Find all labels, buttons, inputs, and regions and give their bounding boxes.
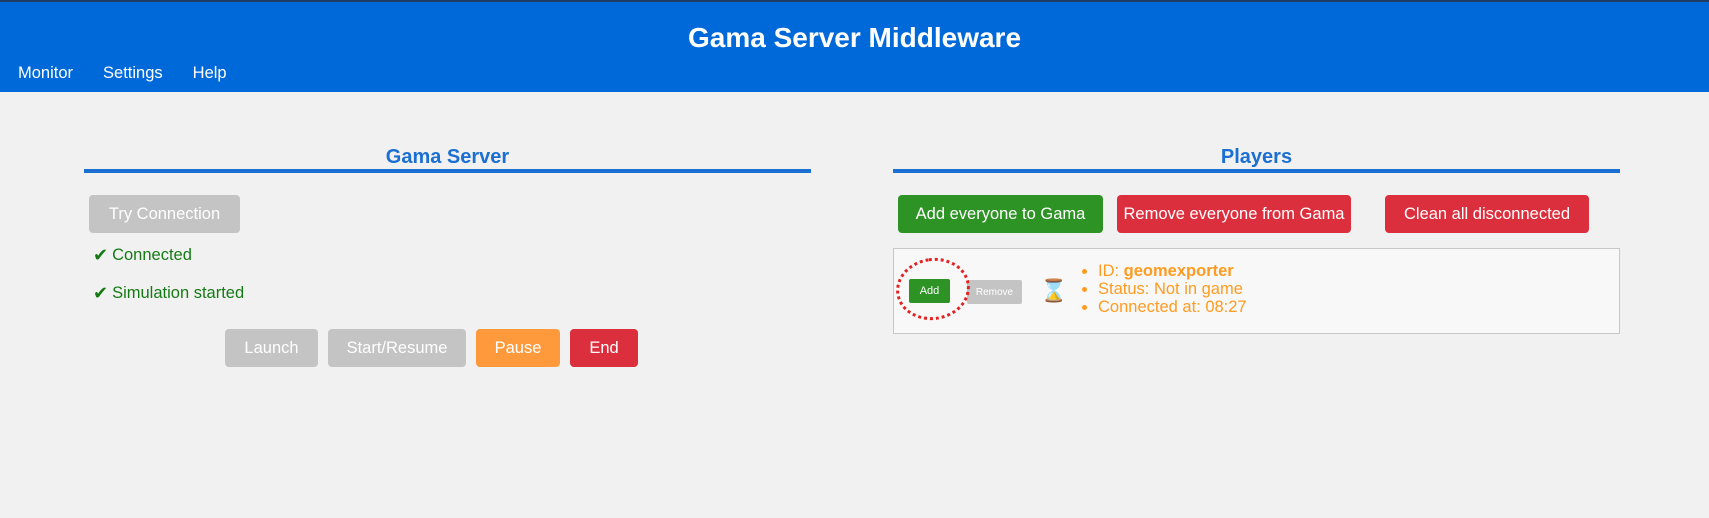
clean-disconnected-button[interactable]: Clean all disconnected (1385, 195, 1589, 233)
player-add-button[interactable]: Add (909, 279, 950, 303)
nav-item-monitor[interactable]: Monitor (18, 64, 73, 83)
player-remove-button[interactable]: Remove (967, 280, 1022, 304)
app-header: Gama Server Middleware Monitor Settings … (0, 0, 1709, 92)
player-id-item: ID: geomexporter (1098, 262, 1247, 280)
try-connection-button[interactable]: Try Connection (89, 195, 240, 233)
check-icon: ✔ (93, 245, 109, 265)
hourglass-icon: ⌛ (1040, 278, 1068, 303)
nav-menu: Monitor Settings Help (18, 64, 227, 83)
player-connected-item: Connected at: 08:27 (1098, 298, 1247, 316)
player-id-label: ID: (1098, 262, 1124, 280)
nav-item-help[interactable]: Help (193, 64, 227, 83)
players-title: Players (1220, 146, 1293, 168)
remove-everyone-button[interactable]: Remove everyone from Gama (1117, 195, 1351, 233)
check-icon: ✔ (93, 283, 109, 303)
launch-button[interactable]: Launch (225, 329, 318, 367)
status-simulation-label: Simulation started (112, 284, 245, 302)
start-resume-button[interactable]: Start/Resume (328, 329, 466, 367)
status-connected-label: Connected (112, 246, 192, 264)
player-status-item: Status: Not in game (1098, 280, 1247, 298)
add-everyone-button[interactable]: Add everyone to Gama (898, 195, 1103, 233)
end-button[interactable]: End (570, 329, 638, 367)
player-id-value: geomexporter (1123, 262, 1234, 280)
gama-server-divider (84, 169, 811, 173)
player-info-list: ID: geomexporter Status: Not in game Con… (1078, 262, 1247, 316)
nav-item-settings[interactable]: Settings (103, 64, 163, 83)
gama-server-title: Gama Server (385, 146, 510, 168)
app-title: Gama Server Middleware (687, 22, 1022, 53)
status-simulation: ✔ Simulation started (93, 283, 244, 304)
status-connected: ✔ Connected (93, 245, 192, 266)
pause-button[interactable]: Pause (476, 329, 560, 367)
players-divider (893, 169, 1620, 173)
